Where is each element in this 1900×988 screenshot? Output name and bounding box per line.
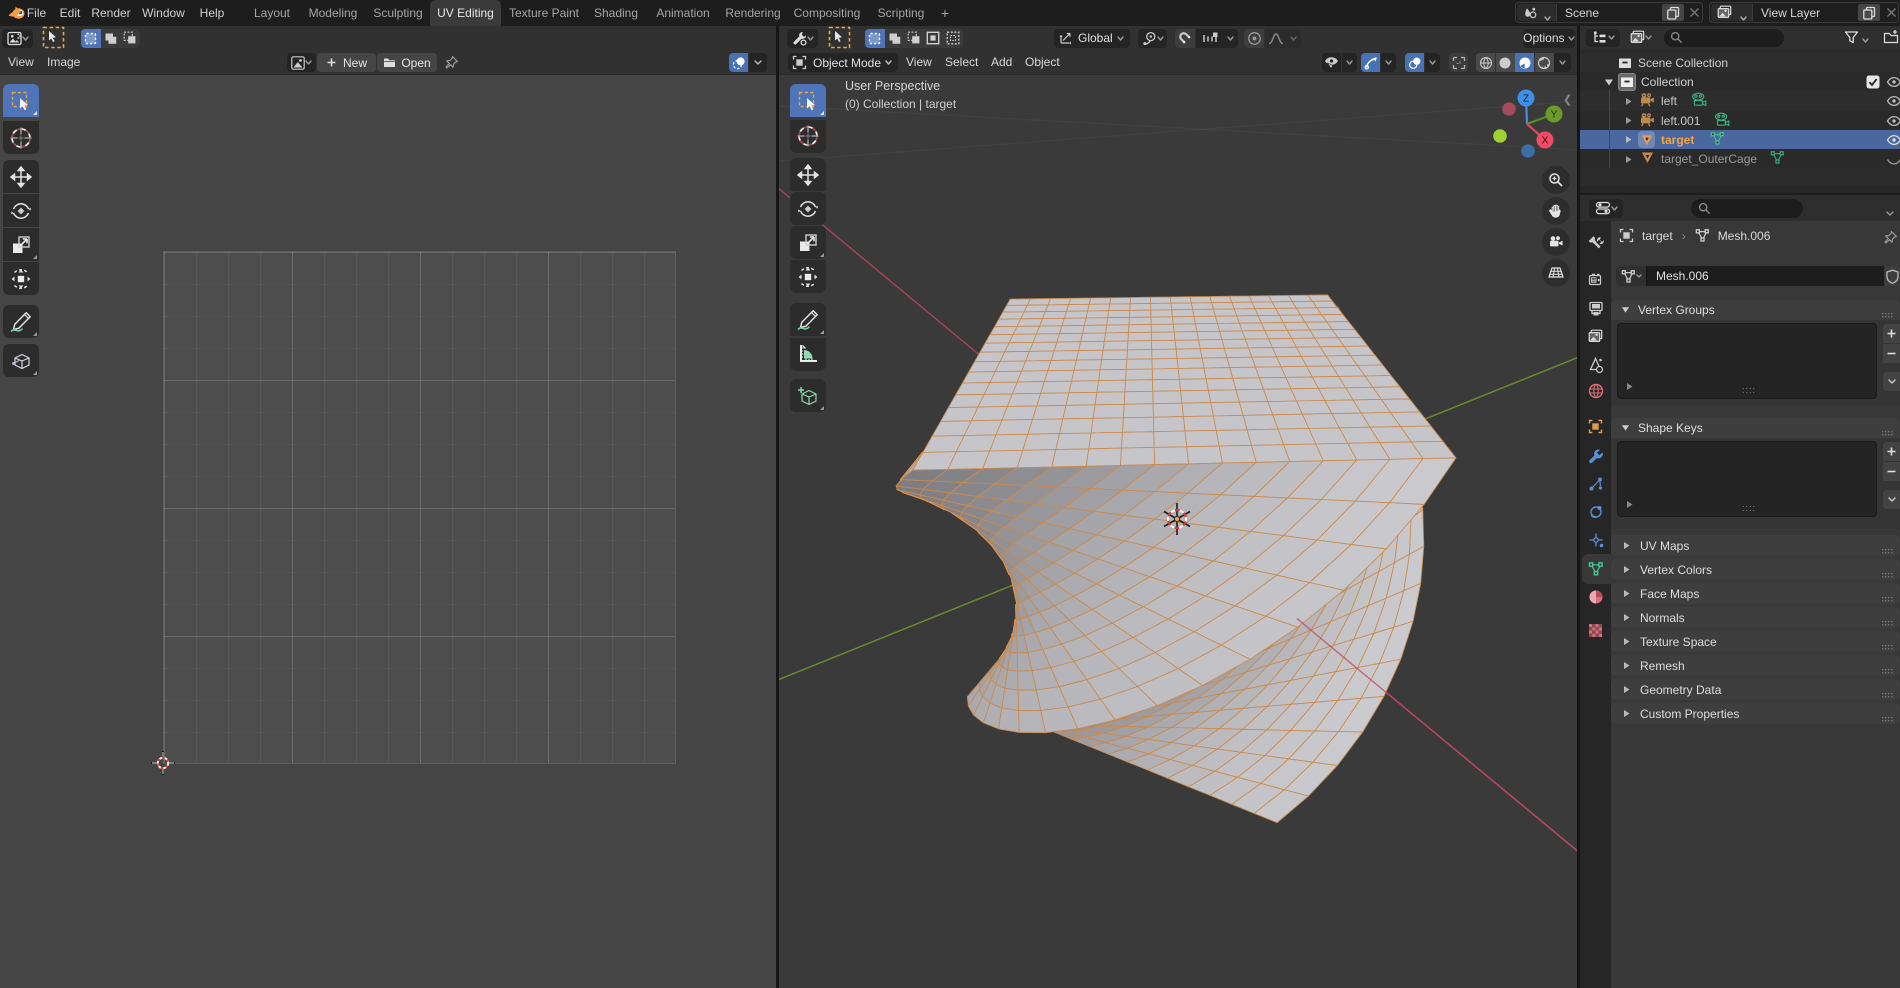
svg-text:Y: Y xyxy=(1551,110,1558,121)
svg-text:Z: Z xyxy=(1523,94,1529,105)
svg-text:X: X xyxy=(1542,136,1549,147)
